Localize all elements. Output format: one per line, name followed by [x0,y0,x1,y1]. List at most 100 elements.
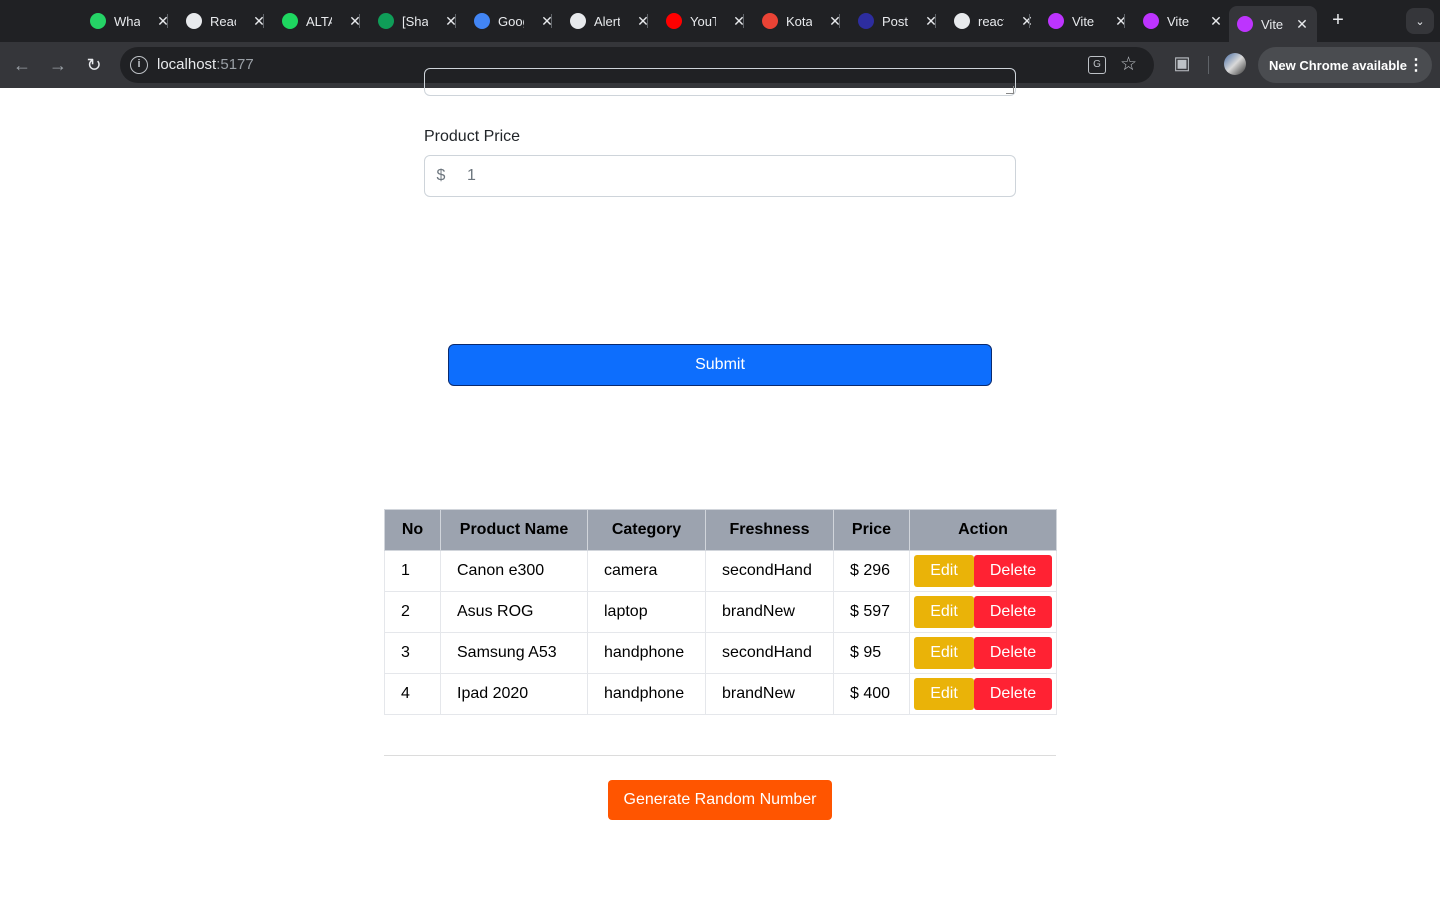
tab-title: Vite [1261,16,1284,32]
tab-title: React [210,13,236,29]
tab-separator [647,14,648,28]
edit-button[interactable]: Edit [914,555,974,587]
tab-separator [935,14,936,28]
youtube-icon [666,13,682,29]
browser-tab[interactable]: Vite ✕ [1143,8,1223,34]
cell-category: handphone [587,632,706,674]
browser-tab[interactable]: Google✕ [474,8,554,34]
delete-button[interactable]: Delete [974,637,1052,669]
edit-button[interactable]: Edit [914,596,974,628]
header-product-name: Product Name [440,509,588,551]
cell-price: $ 400 [833,673,910,715]
site-info-icon[interactable]: i [130,56,148,74]
tab-title: ALTA [306,13,332,29]
cell-action: Edit Delete [909,591,1057,633]
tab-separator [359,14,360,28]
close-tab-icon[interactable]: ✕ [1114,13,1128,30]
delete-button[interactable]: Delete [974,596,1052,628]
page-content: Product Price $ Submit No Product Name C… [0,68,1440,900]
table-row: 3 Samsung A53 handphone secondHand $ 95 Edit D… [384,632,1057,674]
header-no: No [384,509,441,551]
browser-tab[interactable]: ALTA✕ [282,8,362,34]
delete-button[interactable]: Delete [974,555,1052,587]
extensions-puzzle-icon[interactable]: ▣ [1171,53,1193,74]
new-chrome-available-button[interactable]: New Chrome available ⋮ [1258,47,1432,83]
cell-no: 1 [384,550,441,592]
cell-price: $ 296 [833,550,910,592]
forward-arrow-icon[interactable]: → [46,53,70,77]
cell-action: Edit Delete [909,673,1057,715]
new-chrome-label: New Chrome available [1269,57,1407,73]
github-icon [954,13,970,29]
tab-title: Google [498,13,524,29]
vite-icon [1237,16,1253,32]
tab-search-chevron-icon[interactable]: ⌄ [1406,8,1434,34]
browser-tab[interactable]: React✕ [186,8,266,34]
cell-product-name: Samsung A53 [440,632,588,674]
browser-tab[interactable]: react ✕ [954,8,1034,34]
currency-prefix: $ [436,167,446,184]
cell-freshness: secondHand [705,632,834,674]
browser-tab[interactable]: Vite ✕ [1229,6,1317,42]
cell-action: Edit Delete [909,550,1057,592]
vite-icon [1048,13,1064,29]
profile-avatar[interactable] [1224,53,1246,75]
divider [384,755,1056,756]
close-tab-icon[interactable]: ✕ [1209,13,1223,30]
table-row: 2 Asus ROG laptop brandNew $ 597 Edit Delete [384,591,1057,633]
generate-random-number-button[interactable]: Generate Random Number [608,780,832,820]
tab-separator [1124,14,1125,28]
url-text[interactable]: localhost:5177 [157,56,254,73]
whatsapp-icon [90,13,106,29]
browser-tab[interactable]: Post ✕ [858,8,938,34]
cell-price: $ 95 [833,632,910,674]
zoom-icon [858,13,874,29]
more-menu-icon[interactable]: ⋮ [1408,55,1424,75]
url-host: localhost [157,56,217,73]
delete-button[interactable]: Delete [974,678,1052,710]
product-table: No Product Name Category Freshness Price… [384,509,1057,715]
tab-separator [551,14,552,28]
back-arrow-icon[interactable]: ← [10,53,34,77]
cell-category: camera [587,550,706,592]
browser-tab[interactable]: WhatsApp✕ [90,8,170,34]
url-port: :5177 [216,56,254,73]
browser-tab[interactable]: Kota ✕ [762,8,842,34]
product-price-input-group: $ [424,155,1016,197]
product-price-input[interactable] [457,167,997,185]
edit-button[interactable]: Edit [914,637,974,669]
table-header-row: No Product Name Category Freshness Price… [384,509,1057,551]
tab-separator [743,14,744,28]
product-price-label: Product Price [424,128,521,145]
tab-title: YouTube [690,13,716,29]
cell-category: handphone [587,673,706,715]
browser-tab[interactable]: [Shared]✕ [378,8,458,34]
tab-title: Alert [594,13,620,29]
bookmark-star-icon[interactable]: ☆ [1120,53,1137,76]
header-price: Price [833,509,910,551]
reload-icon[interactable]: ↻ [82,53,106,77]
cell-price: $ 597 [833,591,910,633]
browser-tab[interactable]: YouTube✕ [666,8,746,34]
browser-tab[interactable]: Alert ✕ [570,8,650,34]
cell-action: Edit Delete [909,632,1057,674]
edit-button[interactable]: Edit [914,678,974,710]
tab-separator [455,14,456,28]
close-tab-icon[interactable]: ✕ [1020,13,1034,30]
new-tab-icon[interactable]: + [1328,9,1348,32]
cell-product-name: Ipad 2020 [440,673,588,715]
textarea-resize-handle[interactable] [1006,86,1014,94]
tab-separator [263,14,264,28]
submit-button[interactable]: Submit [448,344,992,386]
tab-title: react [978,13,1004,29]
tab-title: WhatsApp [114,13,140,29]
browser-tab[interactable]: Vite ✕ [1048,8,1128,34]
sheets-icon [378,13,394,29]
close-tab-icon[interactable]: ✕ [1295,16,1309,33]
cell-no: 4 [384,673,441,715]
tab-separator [167,14,168,28]
translate-icon[interactable]: G [1088,56,1106,74]
tab-strip: + ⌄ WhatsApp✕React✕ALTA✕[Shared]✕Google✕… [0,0,1440,42]
product-description-textarea[interactable] [424,68,1016,96]
toolbar-divider [1208,56,1209,74]
